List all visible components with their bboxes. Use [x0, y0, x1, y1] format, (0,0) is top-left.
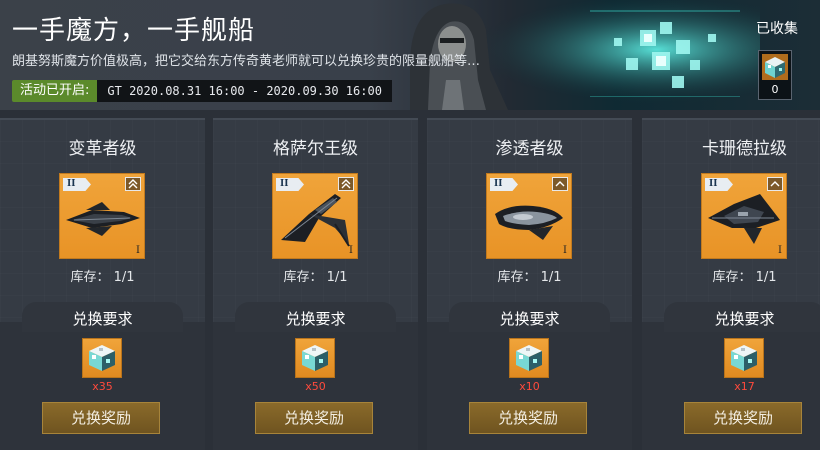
ship-card: 渗透者级 II I 库存： 1/1 兑换要求 x10 兑换奖励	[427, 118, 632, 450]
ship-thumbnail[interactable]: II I	[59, 173, 145, 259]
stock-label: 库存：	[70, 270, 110, 285]
status-badge: 活动已开启:	[12, 80, 98, 102]
stock-info: 库存： 1/1	[642, 266, 820, 285]
ship-name: 变革者级	[68, 139, 137, 159]
ship-icon	[281, 194, 350, 247]
ship-name: 卡珊德拉级	[702, 139, 787, 159]
stock-value: 1/1	[113, 270, 135, 285]
stock-info: 库存： 1/1	[213, 266, 418, 285]
ship-name: 渗透者级	[495, 139, 564, 159]
requirement-title: 兑换要求	[449, 302, 610, 332]
requirement-title: 兑换要求	[235, 302, 396, 332]
redeem-button[interactable]: 兑换奖励	[469, 402, 587, 434]
ship-thumbnail[interactable]: II I	[486, 173, 572, 259]
stock-label: 库存：	[283, 270, 323, 285]
event-time-row: 活动已开启: GT 2020.08.31 16:00 - 2020.09.30 …	[12, 80, 392, 102]
required-item-slot[interactable]	[82, 338, 122, 378]
stock-value: 1/1	[540, 270, 562, 285]
ship-icon	[66, 202, 140, 236]
stock-value: 1/1	[326, 270, 348, 285]
collected-count: 0	[771, 83, 779, 96]
ship-icon	[495, 205, 563, 240]
required-quantity: x50	[305, 380, 326, 393]
required-item-slot[interactable]	[509, 338, 549, 378]
ship-name: 格萨尔王级	[273, 139, 358, 159]
collected-item-slot[interactable]: 0	[758, 50, 792, 100]
requirement-section: 兑换要求 x10 兑换奖励	[427, 302, 632, 450]
ship-card: 变革者级 II I 库存： 1/1 兑换要求 x35 兑换奖励	[0, 118, 205, 450]
redeem-button[interactable]: 兑换奖励	[255, 402, 373, 434]
ship-thumbnail[interactable]: II I	[272, 173, 358, 259]
longinus-cube-icon	[516, 345, 542, 371]
required-item-slot[interactable]	[295, 338, 335, 378]
ship-card: 格萨尔王级 II I 库存： 1/1 兑换要求 x50 兑换奖励	[213, 118, 418, 450]
requirement-section: 兑换要求 x17 兑换奖励	[642, 302, 820, 450]
ship-level: I	[136, 245, 140, 256]
event-time-range: GT 2020.08.31 16:00 - 2020.09.30 16:00	[97, 80, 392, 102]
ship-level: I	[349, 245, 353, 256]
stock-label: 库存：	[712, 270, 752, 285]
ship-icon	[708, 194, 780, 244]
required-quantity: x10	[519, 380, 540, 393]
event-description: 朗基努斯魔方价值极高，把它交给东方传奇黄老师就可以兑换珍贵的限量舰船等…	[12, 54, 481, 69]
required-item-slot[interactable]	[724, 338, 764, 378]
redeem-button[interactable]: 兑换奖励	[684, 402, 802, 434]
requirement-title: 兑换要求	[664, 302, 820, 332]
ship-thumbnail[interactable]: II I	[701, 173, 787, 259]
longinus-cube-icon	[731, 345, 757, 371]
requirement-section: 兑换要求 x50 兑换奖励	[213, 302, 418, 450]
redeem-button[interactable]: 兑换奖励	[42, 402, 160, 434]
stock-label: 库存：	[497, 270, 537, 285]
stock-info: 库存： 1/1	[427, 266, 632, 285]
longinus-cube-icon	[89, 345, 115, 371]
ship-level: I	[778, 245, 782, 256]
required-quantity: x35	[92, 380, 113, 393]
required-quantity: x17	[734, 380, 755, 393]
ship-level: I	[563, 245, 567, 256]
cube-icon	[762, 54, 788, 80]
ship-card: 卡珊德拉级 II I 库存： 1/1 兑换要求 x17 兑换奖励	[642, 118, 820, 450]
event-banner: 一手魔方，一手舰船 朗基努斯魔方价值极高，把它交给东方传奇黄老师就可以兑换珍贵的…	[0, 0, 820, 110]
stock-info: 库存： 1/1	[0, 266, 205, 285]
collected-label: 已收集	[756, 21, 798, 37]
requirement-title: 兑换要求	[22, 302, 183, 332]
stock-value: 1/1	[755, 270, 777, 285]
requirement-section: 兑换要求 x35 兑换奖励	[0, 302, 205, 450]
longinus-cube-icon	[302, 345, 328, 371]
page-title: 一手魔方，一手舰船	[12, 16, 256, 46]
